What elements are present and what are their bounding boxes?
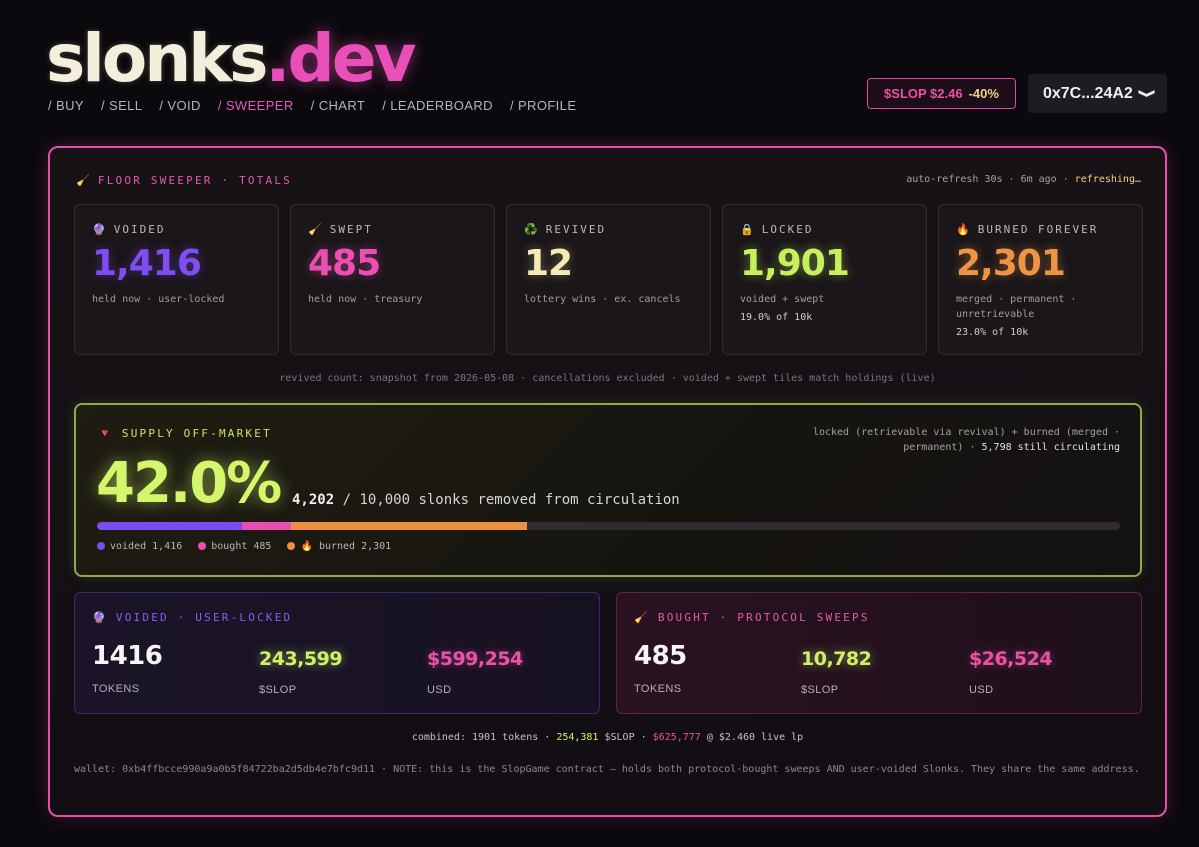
burned-sub: merged · permanent · unretrievable — [956, 294, 1077, 320]
burned-pct: 23.0% of 10k — [956, 327, 1029, 338]
logo[interactable]: slonks.dev — [46, 26, 417, 92]
voided-usd: $599,254 USD — [427, 648, 523, 697]
logo-accent: .dev — [265, 20, 416, 97]
locked-pct: 19.0% of 10k — [740, 312, 813, 323]
revived-value: 12 — [524, 243, 573, 284]
offmarket-percent: 42.0% — [96, 451, 282, 516]
voided-panel-title: 🔮 VOIDED · USER-LOCKED — [92, 611, 293, 624]
broom-icon: 🧹 — [634, 611, 650, 624]
nav-sweeper[interactable]: / SWEEPER — [218, 98, 294, 113]
card-revived: ♻️ REVIVED 12 lottery wins · ex. cancels — [506, 204, 711, 355]
price-badge[interactable]: $SLOP $2.46 -40% — [867, 78, 1016, 109]
bar-segment-voided — [97, 522, 242, 530]
voided-user-locked-panel: 🔮 VOIDED · USER-LOCKED 1416 TOKENS 243,59… — [74, 592, 600, 714]
bought-panel-title: 🧹 BOUGHT · PROTOCOL SWEEPS — [634, 611, 870, 624]
wallet-button[interactable]: 0x7C...24A2 ❯ — [1028, 74, 1167, 113]
revived-sub: lottery wins · ex. cancels — [524, 294, 681, 305]
swept-sub: held now · treasury — [308, 294, 423, 305]
logo-main: slonks — [46, 20, 268, 97]
supply-off-market: 🔻 SUPPLY OFF-MARKET locked (retrievable v… — [74, 403, 1142, 577]
supply-progress-bar — [97, 522, 1120, 530]
bought-slop: 10,782 $SLOP — [801, 648, 872, 697]
nav-chart[interactable]: / CHART — [311, 98, 366, 113]
nav-buy[interactable]: / BUY — [48, 98, 84, 113]
offmarket-desc: locked (retrievable via revival) + burne… — [812, 427, 1120, 453]
chevron-down-icon: ❯ — [1138, 88, 1156, 99]
price-change: -40% — [968, 86, 999, 101]
offmarket-title: 🔻 SUPPLY OFF-MARKET — [98, 427, 272, 440]
legend-bought: bought 485 — [198, 541, 271, 552]
locked-value: 1,901 — [740, 243, 850, 284]
locked-sub: voided + swept — [740, 294, 825, 305]
card-burned: 🔥 BURNED FOREVER 2,301 merged · permanent… — [938, 204, 1143, 355]
crystal-ball-icon: 🔮 — [92, 223, 108, 236]
bar-segment-burned — [291, 522, 527, 530]
card-locked: 🔒 LOCKED 1,901 voided + swept 19.0% of 10… — [722, 204, 927, 355]
sweeper-panel: 🧹 FLOOR SWEEPER · TOTALS auto-refresh 30s… — [48, 146, 1167, 817]
voided-tokens: 1416 TOKENS — [92, 641, 163, 695]
voided-value: 1,416 — [92, 243, 202, 284]
wallet-note: wallet: 0xb4ffbcce990a9a0b5f84722ba2d5db… — [74, 764, 1140, 775]
bar-segment-bought — [241, 522, 292, 530]
nav-sell[interactable]: / SELL — [101, 98, 142, 113]
removed-text: 4,202 / 10,000 slonks removed from circu… — [292, 492, 680, 508]
nav-leaderboard[interactable]: / LEADERBOARD — [382, 98, 493, 113]
legend-burned: 🔥 burned 2,301 — [287, 541, 391, 552]
bought-usd: $26,524 USD — [969, 648, 1053, 697]
supply-legend: voided 1,416 bought 485 🔥 burned 2,301 — [97, 541, 391, 552]
crystal-ball-icon: 🔮 — [92, 611, 108, 624]
swept-value: 485 — [308, 243, 381, 284]
price-label: $SLOP $2.46 — [884, 86, 963, 101]
nav-profile[interactable]: / PROFILE — [510, 98, 576, 113]
burned-value: 2,301 — [956, 243, 1066, 284]
bought-tokens: 485 TOKENS — [634, 641, 687, 695]
bought-protocol-sweeps-panel: 🧹 BOUGHT · PROTOCOL SWEEPS 485 TOKENS 10,… — [616, 592, 1142, 714]
refresh-status: auto-refresh 30s · 6m ago · refreshing… — [906, 174, 1141, 185]
revived-footnote: revived count: snapshot from 2026-05-08 … — [279, 373, 936, 384]
refreshing-indicator: refreshing… — [1074, 174, 1141, 185]
nav-void[interactable]: / VOID — [159, 98, 200, 113]
main-nav: / BUY / SELL / VOID / SWEEPER / CHART / … — [48, 98, 576, 113]
voided-sub: held now · user-locked — [92, 294, 225, 305]
legend-voided: voided 1,416 — [97, 541, 182, 552]
broom-icon: 🧹 — [76, 174, 92, 187]
wallet-address: 0x7C...24A2 — [1042, 84, 1133, 102]
fire-icon: 🔥 — [956, 223, 972, 236]
broom-icon: 🧹 — [308, 223, 324, 236]
recycle-icon: ♻️ — [524, 223, 540, 236]
voided-slop: 243,599 $SLOP — [259, 648, 343, 697]
lock-icon: 🔒 — [740, 223, 756, 236]
combined-summary: combined: 1901 tokens · 254,381 $SLOP · … — [411, 732, 804, 743]
card-swept: 🧹 SWEPT 485 held now · treasury — [290, 204, 495, 355]
red-triangle-icon: 🔻 — [98, 427, 114, 440]
card-voided: 🔮 VOIDED 1,416 held now · user-locked — [74, 204, 279, 355]
totals-title: 🧹 FLOOR SWEEPER · TOTALS — [76, 174, 293, 187]
